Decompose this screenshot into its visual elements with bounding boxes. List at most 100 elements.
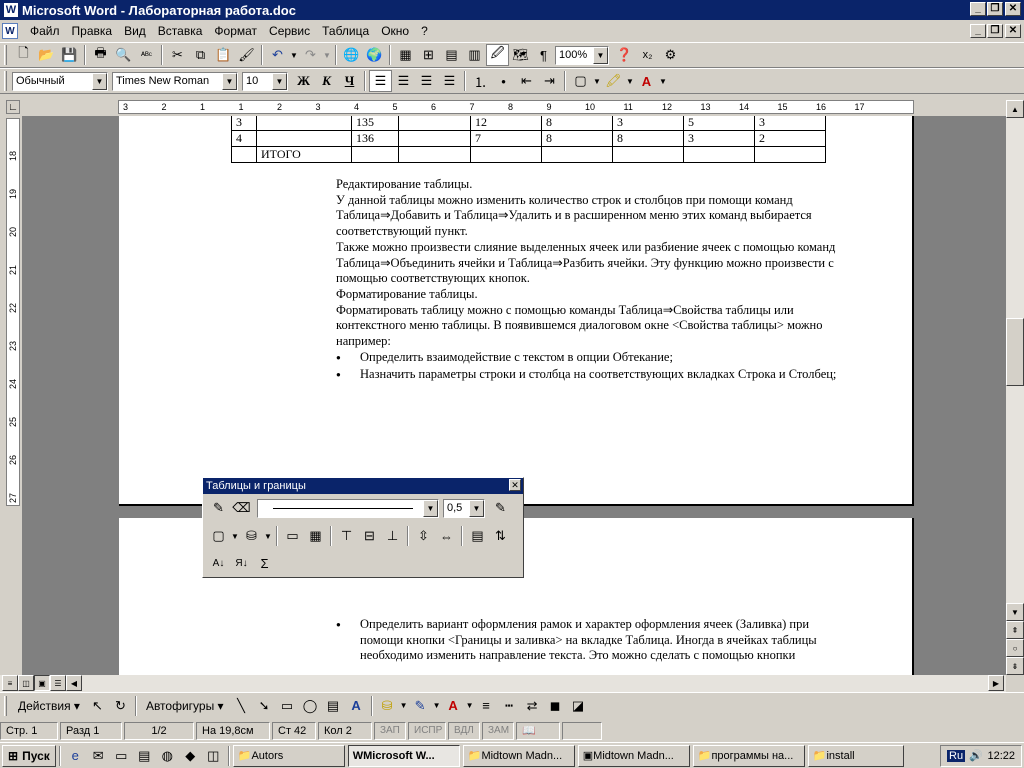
select-browse-object-icon[interactable]: ○ bbox=[1006, 639, 1024, 657]
doc-restore-button[interactable]: ❐ bbox=[987, 24, 1003, 38]
align-top-icon[interactable]: ⊤ bbox=[335, 525, 358, 547]
task-midtown-1[interactable]: 📁 Midtown Madn... bbox=[462, 744, 575, 767]
text-line[interactable]: Форматировать таблицу можно с помощью ко… bbox=[336, 303, 794, 319]
bullet-text[interactable]: помощи кнопки <Границы и заливка> на вкл… bbox=[360, 633, 817, 649]
line-color-dropdown-icon[interactable]: ▼ bbox=[432, 695, 442, 717]
distribute-columns-icon[interactable]: ⇔ bbox=[435, 525, 458, 547]
language-indicator[interactable]: Ru bbox=[947, 749, 966, 762]
italic-button[interactable]: К bbox=[315, 70, 338, 92]
chevron-down-icon[interactable]: ▼ bbox=[92, 72, 107, 90]
highlight-dropdown-icon[interactable]: ▼ bbox=[625, 70, 635, 92]
toolbar-title-bar[interactable]: Таблицы и границы ✕ bbox=[203, 478, 523, 494]
menu-view[interactable]: Вид bbox=[118, 24, 152, 38]
print-preview-icon[interactable]: 🔍 bbox=[112, 44, 135, 66]
table-cell[interactable]: 4 bbox=[231, 130, 257, 147]
shading-color-icon[interactable]: ⛁ bbox=[240, 525, 263, 547]
redo-icon[interactable]: ↷ bbox=[299, 44, 322, 66]
menu-help[interactable]: ? bbox=[415, 24, 434, 38]
task-microsoft-word[interactable]: W Microsoft W... bbox=[347, 744, 460, 767]
line-style-select[interactable]: ▼ bbox=[257, 498, 439, 518]
text-line[interactable]: соответствующий пункт. bbox=[336, 224, 468, 240]
eraser-icon[interactable]: ⌫ bbox=[230, 497, 253, 519]
task-midtown-2[interactable]: ▣ Midtown Madn... bbox=[577, 744, 690, 767]
table-cell[interactable] bbox=[231, 146, 257, 163]
numbering-icon[interactable]: ⒈ bbox=[469, 70, 492, 92]
close-button[interactable]: ✕ bbox=[1005, 2, 1021, 16]
insert-hyperlink-icon[interactable]: 🌐 bbox=[340, 44, 363, 66]
insert-excel-icon[interactable]: ▤ bbox=[440, 44, 463, 66]
bullet-text[interactable]: Назначить параметры строки и столбца на … bbox=[360, 367, 836, 383]
table-cell[interactable] bbox=[351, 146, 399, 163]
table-cell[interactable]: 8 bbox=[541, 116, 613, 131]
subscript-icon[interactable]: x₂ bbox=[636, 44, 659, 66]
table-cell[interactable]: 7 bbox=[470, 130, 542, 147]
chevron-down-icon[interactable]: ▼ bbox=[469, 499, 484, 517]
scroll-left-icon[interactable]: ◀ bbox=[66, 675, 82, 691]
columns-icon[interactable]: ▥ bbox=[463, 44, 486, 66]
dash-style-icon[interactable]: ┅ bbox=[498, 695, 521, 717]
fill-dropdown-icon[interactable]: ▼ bbox=[399, 695, 409, 717]
next-page-icon[interactable]: ⇟ bbox=[1006, 657, 1024, 675]
table-cell[interactable] bbox=[683, 146, 755, 163]
merge-cells-icon[interactable]: ▭ bbox=[281, 525, 304, 547]
table-row[interactable]: ИТОГО bbox=[231, 146, 826, 163]
page-1[interactable]: 3 135 12 8 3 5 3 4 136 7 8 8 3 2 ИТОГО Редактирование … bbox=[119, 116, 914, 506]
bullets-icon[interactable]: • bbox=[492, 70, 515, 92]
data-table[interactable]: 3 135 12 8 3 5 3 4 136 7 8 8 3 2 ИТОГО bbox=[231, 116, 826, 163]
quicklaunch-icon[interactable]: ◍ bbox=[156, 745, 179, 767]
text-line[interactable]: Также можно произвести слияние выделенны… bbox=[336, 240, 835, 256]
save-icon[interactable]: 💾 bbox=[58, 44, 81, 66]
style-select[interactable]: Обычный ▼ bbox=[12, 71, 108, 91]
select-objects-icon[interactable]: ↖ bbox=[86, 695, 109, 717]
table-cell[interactable] bbox=[398, 130, 471, 147]
table-cell[interactable]: ИТОГО bbox=[256, 146, 352, 163]
copy-icon[interactable]: ⧉ bbox=[189, 44, 212, 66]
menu-format[interactable]: Формат bbox=[208, 24, 263, 38]
underline-button[interactable]: Ч bbox=[338, 70, 361, 92]
table-cell[interactable]: 8 bbox=[612, 130, 684, 147]
toolbar-grip[interactable] bbox=[4, 45, 7, 65]
web-layout-view-icon[interactable]: ◫ bbox=[18, 675, 34, 691]
text-line[interactable]: например: bbox=[336, 334, 391, 350]
line-weight-select[interactable]: 0,5 ▼ bbox=[443, 498, 485, 518]
menu-tools[interactable]: Сервис bbox=[263, 24, 316, 38]
table-cell[interactable]: 8 bbox=[541, 130, 613, 147]
status-trk[interactable]: ИСПР bbox=[408, 721, 446, 740]
justify-icon[interactable]: ☰ bbox=[438, 70, 461, 92]
bullet-text[interactable]: Определить вариант оформления рамок и ха… bbox=[360, 617, 809, 633]
internet-explorer-icon[interactable]: e bbox=[64, 745, 87, 767]
arrow-style-icon[interactable]: ⇄ bbox=[521, 695, 544, 717]
border-color-icon[interactable]: ✎ bbox=[489, 497, 512, 519]
scroll-right-icon[interactable]: ▶ bbox=[988, 675, 1004, 691]
increase-indent-icon[interactable]: ⇥ bbox=[538, 70, 561, 92]
title-bar[interactable]: W Microsoft Word - Лабораторная работа.d… bbox=[0, 0, 1024, 20]
undo-dropdown-icon[interactable]: ▼ bbox=[289, 44, 299, 66]
bullet-text[interactable]: необходимо изменить направление текста. … bbox=[360, 648, 795, 664]
clock[interactable]: 12:22 bbox=[987, 750, 1015, 762]
free-rotate-icon[interactable]: ↻ bbox=[109, 695, 132, 717]
table-cell[interactable]: 3 bbox=[231, 116, 257, 131]
menu-table[interactable]: Таблица bbox=[316, 24, 375, 38]
line-style-icon[interactable]: ≡ bbox=[475, 695, 498, 717]
table-cell[interactable] bbox=[256, 130, 352, 147]
zoom-select[interactable]: 100% ▼ bbox=[555, 45, 609, 65]
rectangle-icon[interactable]: ▭ bbox=[276, 695, 299, 717]
help-icon[interactable]: ❓ bbox=[613, 44, 636, 66]
border-dropdown-icon[interactable]: ▼ bbox=[230, 525, 240, 547]
print-layout-view-icon[interactable]: ▣ bbox=[34, 675, 50, 691]
menu-file[interactable]: Файл bbox=[24, 24, 66, 38]
paste-icon[interactable]: 📋 bbox=[212, 44, 235, 66]
table-autoformat-icon[interactable]: ▤ bbox=[466, 525, 489, 547]
autosum-icon[interactable]: Σ bbox=[253, 552, 276, 574]
table-cell[interactable] bbox=[541, 146, 613, 163]
table-cell[interactable]: 3 bbox=[683, 130, 755, 147]
horizontal-scrollbar[interactable]: ≡ ◫ ▣ ☰ ◀ ▶ bbox=[0, 675, 1006, 692]
text-line[interactable]: У данной таблицы можно изменить количест… bbox=[336, 193, 793, 209]
arrow-icon[interactable]: ➘ bbox=[253, 695, 276, 717]
table-cell[interactable] bbox=[398, 116, 471, 131]
drawing-icon[interactable]: 🖉 bbox=[486, 44, 509, 66]
scroll-up-icon[interactable]: ▲ bbox=[1006, 100, 1024, 118]
document-area[interactable]: 3 135 12 8 3 5 3 4 136 7 8 8 3 2 ИТОГО Редактирование … bbox=[22, 116, 1006, 675]
vertical-scrollbar[interactable]: ▲ ▼ ⇞ ○ ⇟ bbox=[1006, 100, 1024, 675]
split-cells-icon[interactable]: ▦ bbox=[304, 525, 327, 547]
